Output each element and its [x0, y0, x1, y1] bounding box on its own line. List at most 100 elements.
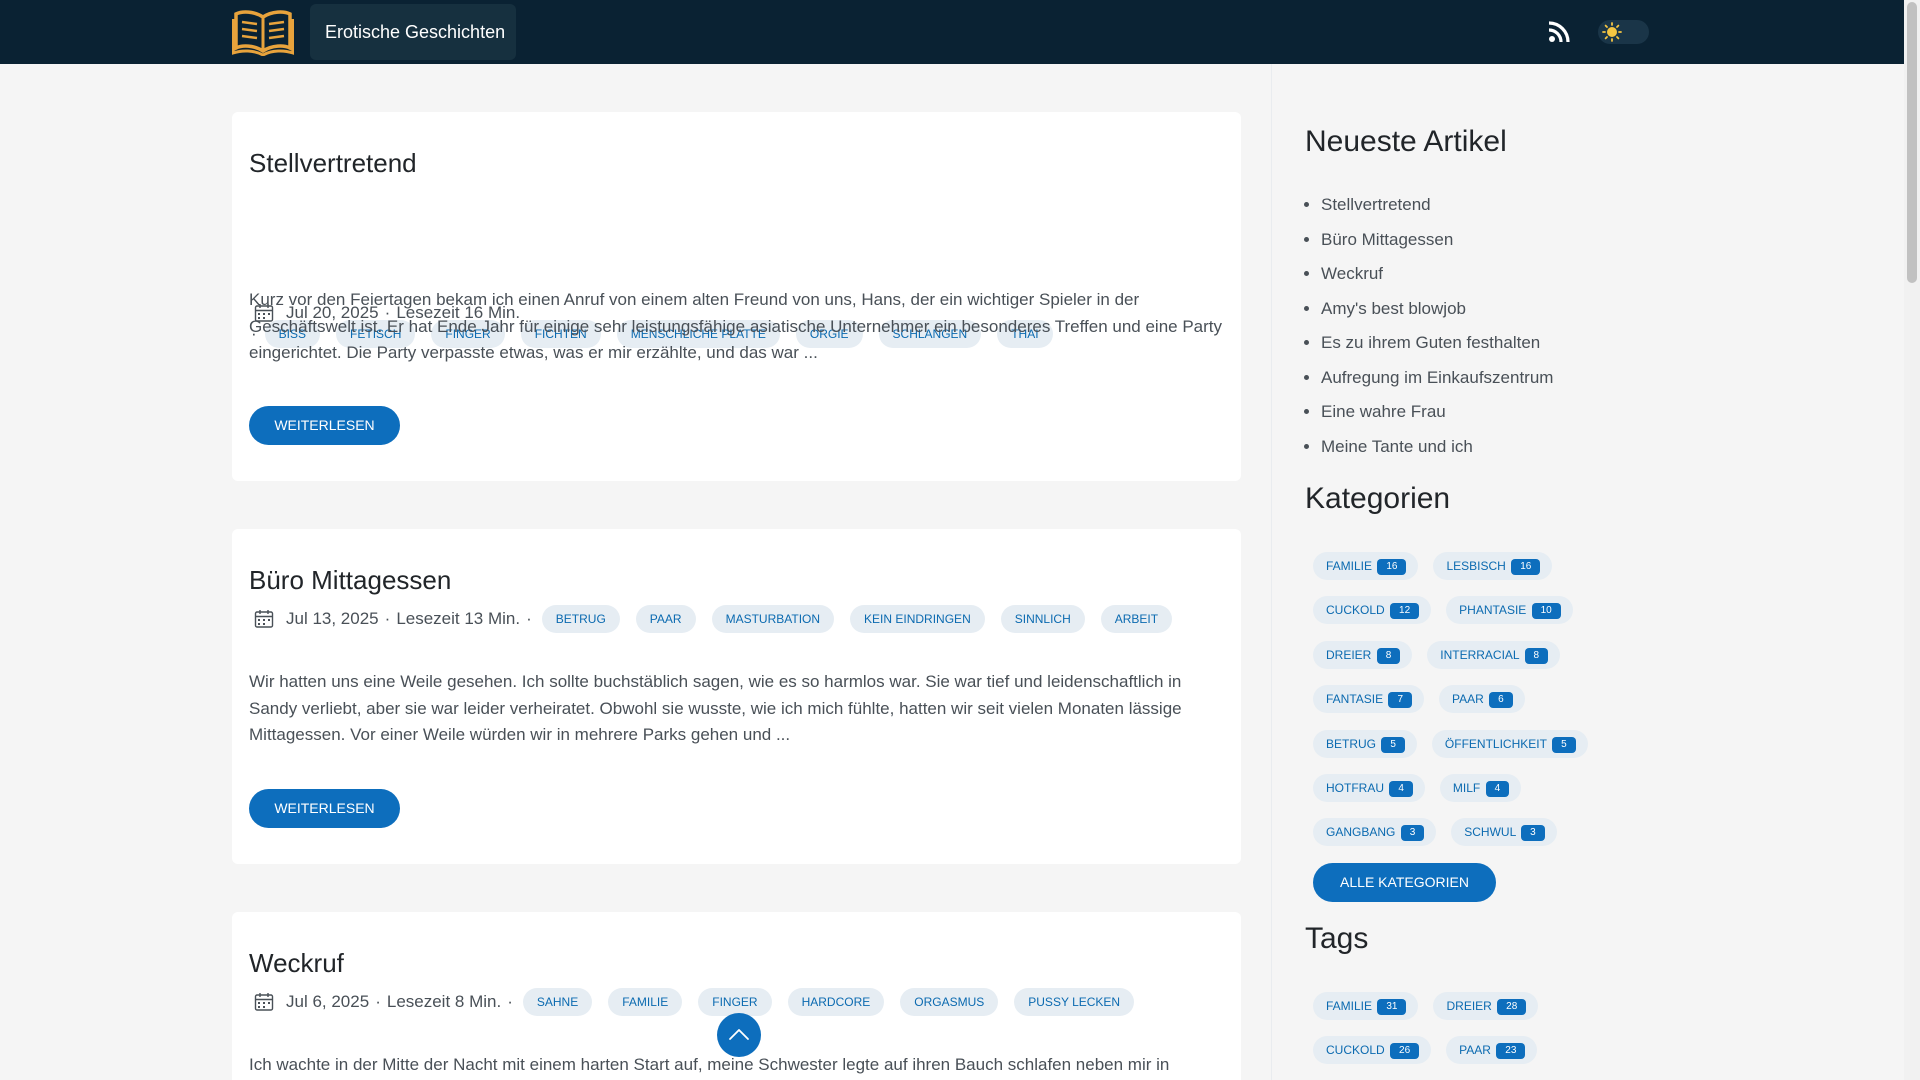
tag-link[interactable]: PUSSY LECKEN [1014, 988, 1135, 1016]
category-label: SCHWUL [1464, 825, 1516, 840]
category-link[interactable]: FAMILIE 16 [1313, 552, 1419, 580]
meta-separator: · [507, 992, 513, 1011]
count-badge: 31 [1377, 999, 1407, 1015]
theme-toggle[interactable] [1598, 20, 1649, 44]
tag-link[interactable]: KEIN EINDRINGEN [850, 605, 985, 633]
tag-link[interactable]: SINNLICH [1000, 605, 1085, 633]
post-card: Büro Mittagessen Jul 13, 2025 · Lesezeit… [232, 529, 1241, 864]
category-link[interactable]: LESBISCH 16 [1433, 552, 1553, 580]
category-link[interactable]: FANTASIE 7 [1313, 685, 1425, 714]
category-link[interactable]: HOTFRAU 4 [1313, 773, 1425, 802]
sidebar-divider [1271, 64, 1272, 1080]
category-label: FANTASIE [1326, 692, 1384, 707]
navbar: Erotische Geschichten [0, 0, 1904, 64]
scrollbar-thumb[interactable] [1907, 2, 1917, 283]
rss-icon[interactable] [1548, 21, 1570, 43]
post-excerpt: Wir hatten uns eine Weile gesehen. Ich s… [249, 672, 1182, 744]
post-date: Jul 6, 2025 [286, 992, 370, 1011]
category-link[interactable]: PHANTASIE 10 [1446, 596, 1573, 625]
count-badge: 28 [1497, 999, 1527, 1015]
post-title-link[interactable]: Weckruf [249, 948, 344, 979]
tag-link[interactable]: SAHNE [522, 988, 593, 1016]
count-badge: 26 [1390, 1043, 1420, 1060]
read-more-button[interactable]: WEITERLESEN [249, 789, 400, 828]
tag-link[interactable]: BETRUG [541, 605, 620, 633]
count-badge: 16 [1377, 559, 1407, 575]
category-link[interactable]: GANGBANG 3 [1313, 818, 1437, 847]
tag-cloud-link[interactable]: CUCKOLD 26 [1313, 1036, 1432, 1065]
categories-heading: Kategorien [1305, 482, 1451, 515]
recent-article-link[interactable]: Büro Mittagessen [1321, 226, 1553, 261]
post-meta: Jul 13, 2025 · Lesezeit 13 Min. · BETRUG… [254, 604, 1188, 634]
tag-label: PAAR [1459, 1043, 1491, 1058]
post-excerpt: Kurz vor den Feiertagen bekam ich einen … [249, 290, 1223, 362]
count-badge: 5 [1552, 736, 1576, 753]
recent-article-link[interactable]: Stellvertretend [1321, 191, 1553, 226]
category-label: LESBISCH [1446, 559, 1506, 573]
recent-articles-list: Stellvertretend Büro Mittagessen Weckruf… [1321, 191, 1553, 467]
tag-link[interactable]: ARBEIT [1100, 605, 1173, 633]
category-link[interactable]: BETRUG 5 [1313, 729, 1417, 758]
category-link[interactable]: INTERRACIAL 8 [1427, 640, 1561, 669]
recent-article-link[interactable]: Aufregung im Einkaufszentrum [1321, 364, 1553, 399]
tag-label: FAMILIE [1326, 999, 1373, 1013]
tag-link[interactable]: HARDCORE [787, 988, 885, 1016]
category-label: CUCKOLD [1326, 603, 1385, 618]
category-label: HOTFRAU [1326, 780, 1384, 795]
category-label: PHANTASIE [1459, 603, 1527, 618]
post-card: Stellvertretend Jul 20, 2025 · Lesezeit … [232, 112, 1241, 481]
recent-article-link[interactable]: Amy's best blowjob [1321, 295, 1553, 330]
category-link[interactable]: DREIER 8 [1313, 640, 1413, 669]
count-badge: 8 [1376, 647, 1401, 664]
count-badge: 5 [1381, 736, 1405, 753]
meta-separator: · [375, 992, 381, 1011]
all-categories-button[interactable]: ALLE KATEGORIEN [1313, 863, 1496, 902]
site-brand-link[interactable]: Erotische Geschichten [310, 4, 516, 60]
count-badge: 8 [1524, 647, 1549, 664]
category-link[interactable]: ÖFFENTLICHKEIT 5 [1431, 729, 1588, 758]
category-link[interactable]: SCHWUL 3 [1451, 818, 1557, 847]
tag-cloud-link[interactable]: FAMILIE 31 [1313, 992, 1419, 1020]
categories-list: FAMILIE 16 LESBISCH 16 CUCKOLD 12 PHANTASI… [1313, 552, 1603, 863]
recent-article-link[interactable]: Weckruf [1321, 260, 1553, 295]
post-title-link[interactable]: Büro Mittagessen [249, 565, 451, 596]
tag-cloud-link[interactable]: PAAR 23 [1446, 1036, 1538, 1065]
recent-articles-heading: Neueste Artikel [1305, 125, 1507, 158]
tag-link[interactable]: PAAR [635, 605, 696, 633]
meta-separator: · [384, 609, 391, 628]
recent-article-link[interactable]: Es zu ihrem Guten festhalten [1321, 329, 1553, 364]
tag-cloud-link[interactable]: DREIER 28 [1433, 992, 1539, 1020]
tags-list: FAMILIE 31 DREIER 28 CUCKOLD 26 PAAR 23 [1313, 992, 1553, 1080]
arrow-up-icon [729, 1029, 749, 1040]
page-scrollbar[interactable] [1904, 0, 1920, 1080]
scroll-to-top-button[interactable] [717, 1013, 761, 1057]
category-link[interactable]: PAAR 6 [1439, 685, 1525, 714]
sun-icon [1602, 22, 1622, 42]
category-label: DREIER [1326, 647, 1372, 662]
recent-article-link[interactable]: Eine wahre Frau [1321, 398, 1553, 433]
tag-link[interactable]: FINGER [698, 988, 772, 1016]
read-more-button[interactable]: WEITERLESEN [249, 406, 400, 445]
category-label: PAAR [1452, 692, 1484, 707]
category-link[interactable]: CUCKOLD 12 [1313, 596, 1432, 625]
tag-link[interactable]: MASTURBATION [711, 605, 835, 633]
post-title-link[interactable]: Stellvertretend [249, 148, 417, 179]
recent-article-link[interactable]: Meine Tante und ich [1321, 433, 1553, 468]
tag-label: CUCKOLD [1326, 1043, 1385, 1058]
count-badge: 10 [1531, 603, 1561, 620]
category-label: FAMILIE [1326, 559, 1373, 573]
post-meta: Jul 6, 2025 · Lesezeit 8 Min. · SAHNE FA… [254, 987, 1150, 1017]
count-badge: 12 [1390, 603, 1420, 620]
count-badge: 16 [1511, 559, 1541, 575]
category-link[interactable]: MILF 4 [1439, 773, 1522, 802]
category-label: INTERRACIAL [1440, 647, 1520, 662]
post-date: Jul 13, 2025 [286, 609, 379, 628]
count-badge: 7 [1388, 692, 1413, 709]
category-label: BETRUG [1326, 736, 1377, 751]
tag-link[interactable]: ORGASMUS [900, 988, 999, 1016]
book-logo-icon[interactable] [232, 8, 294, 56]
reading-time: Lesezeit 13 Min. [396, 609, 521, 628]
tag-link[interactable]: FAMILIE [608, 988, 683, 1016]
category-label: ÖFFENTLICHKEIT [1444, 736, 1547, 751]
calendar-icon [254, 993, 274, 1011]
